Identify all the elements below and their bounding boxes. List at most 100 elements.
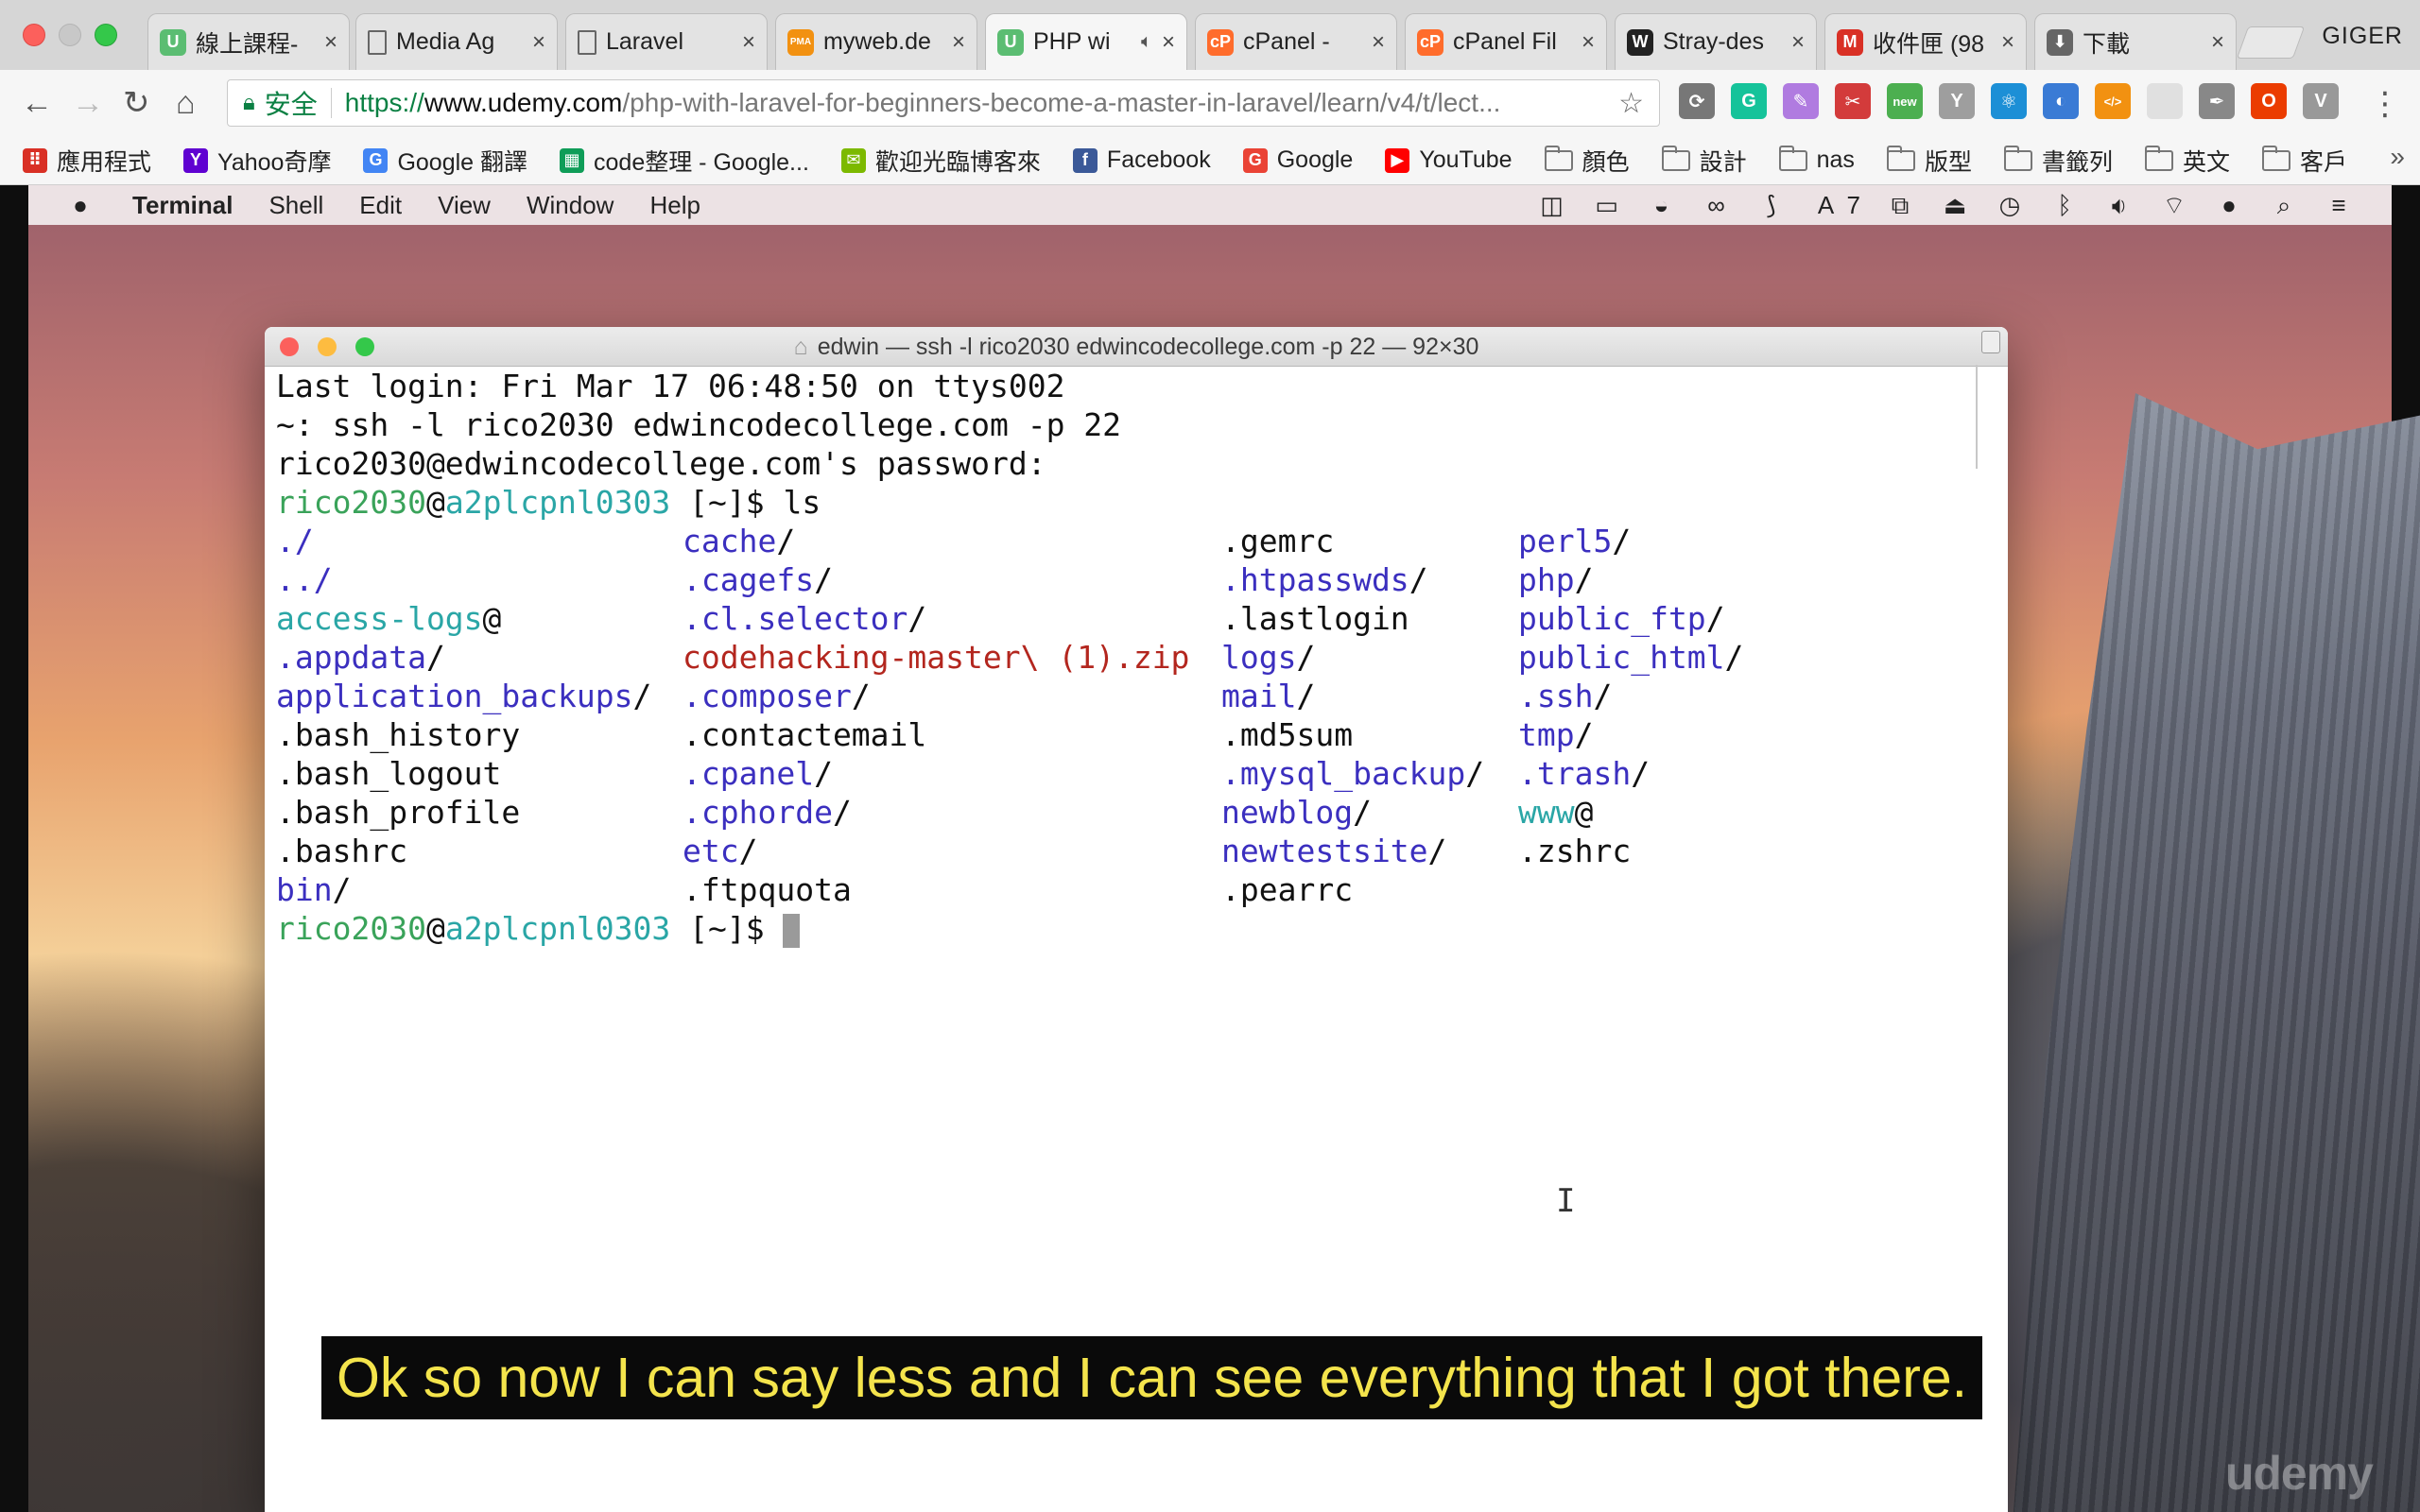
browser-tab[interactable]: cP cPanel Fil ×	[1405, 13, 1607, 70]
mac-menu-window[interactable]: Window	[527, 191, 614, 220]
forward-arrow-icon[interactable]: →	[72, 87, 104, 119]
browser-tab[interactable]: W Stray-des ×	[1615, 13, 1817, 70]
tab-close-icon[interactable]: ×	[1372, 29, 1385, 56]
camera-icon[interactable]: ◫	[1537, 191, 1567, 219]
list-icon[interactable]: ≡	[2324, 191, 2354, 219]
tab-close-icon[interactable]: ×	[2001, 29, 2014, 56]
browser-menu-icon[interactable]: ⋮	[2369, 85, 2401, 123]
new-tab-button[interactable]	[2236, 26, 2306, 59]
ls-entry-name: .htpasswds	[1221, 561, 1409, 598]
quill-icon[interactable]: ✎	[1783, 83, 1819, 119]
display-icon[interactable]: ▭	[1592, 191, 1622, 219]
creative-cloud-icon[interactable]: ∞	[1702, 191, 1732, 219]
time-machine-icon[interactable]: ◷	[1995, 191, 2025, 219]
tab-close-icon[interactable]: ×	[952, 29, 965, 56]
speaker-icon[interactable]: 🔈︎	[1141, 31, 1152, 53]
browser-tab[interactable]: M 收件匣 (98 ×	[1824, 13, 2027, 70]
browser-tab[interactable]: Laravel ×	[565, 13, 768, 70]
ls-entry-suffix: /	[832, 794, 852, 831]
back-arrow-icon[interactable]: ←	[21, 87, 53, 119]
bookmarks-overflow-icon[interactable]: »	[2390, 142, 2405, 172]
mac-menu-shell[interactable]: Shell	[268, 191, 323, 220]
code-extension-icon[interactable]: </>	[2095, 83, 2131, 119]
office-icon[interactable]: O	[2251, 83, 2287, 119]
profile-name[interactable]: GIGER	[2322, 23, 2403, 50]
circle-extension-icon[interactable]: ◐	[2043, 83, 2079, 119]
adobe-icon[interactable]: A	[1811, 191, 1841, 219]
bookmark-item[interactable]: G Google 翻譯	[363, 144, 527, 178]
facebook-icon: f	[1072, 147, 1098, 173]
bookmark-item[interactable]: ✉ 歡迎光臨博客來	[840, 144, 1041, 178]
tab-close-icon[interactable]: ×	[1582, 29, 1595, 56]
scissors-icon[interactable]: ✂	[1835, 83, 1871, 119]
ls-entry: .bash_logout	[276, 754, 501, 793]
terminal-window[interactable]: ⌂ edwin — ssh -l rico2030 edwincodecolleg…	[265, 327, 2008, 1512]
bookmark-star-icon[interactable]: ☆	[1618, 87, 1644, 120]
window-minimize-button[interactable]	[59, 24, 81, 46]
windows-icon[interactable]: ⧉	[1885, 191, 1915, 219]
bookmark-item[interactable]: 書籤列	[2003, 144, 2113, 178]
udemy-watermark: udemy	[2224, 1447, 2374, 1500]
window-zoom-button[interactable]	[95, 24, 117, 46]
tab-close-icon[interactable]: ×	[742, 29, 755, 56]
browser-tab[interactable]: U 線上課程- ×	[147, 13, 350, 70]
eyedropper-icon[interactable]: ✒	[2199, 83, 2235, 119]
user-icon[interactable]: ●	[2214, 191, 2244, 219]
mac-menu-edit[interactable]: Edit	[359, 191, 402, 220]
bookmark-item[interactable]: ⠿ 應用程式	[23, 144, 151, 178]
terminal-scroll-marker-icon[interactable]	[1981, 331, 2000, 353]
tab-title: 收件匣 (98	[1873, 30, 1985, 58]
mac-menu-terminal[interactable]: Terminal	[132, 191, 233, 220]
window-close-button[interactable]	[23, 24, 45, 46]
bookmark-item[interactable]: 顏色	[1544, 144, 1630, 178]
spotlight-icon[interactable]: ⌕	[2269, 191, 2299, 219]
home-icon[interactable]: ⌂	[176, 87, 196, 119]
airplay-icon[interactable]: ⏏	[1940, 191, 1970, 219]
bookmark-item[interactable]: G Google	[1242, 146, 1353, 174]
bookmark-item[interactable]: ▶ YouTube	[1385, 146, 1512, 174]
bookmark-item[interactable]: f Facebook	[1072, 146, 1211, 174]
y-extension-icon[interactable]: Y	[1939, 83, 1975, 119]
sync-icon[interactable]: ⟳	[1679, 83, 1715, 119]
terminal-zoom-button[interactable]	[355, 337, 374, 356]
grammarly-icon[interactable]: G	[1731, 83, 1767, 119]
bookmark-item[interactable]: ▦ code整理 - Google...	[560, 144, 809, 178]
mac-menu-help[interactable]: Help	[649, 191, 700, 220]
browser-tab[interactable]: Media Ag ×	[355, 13, 558, 70]
mac-menu-view[interactable]: View	[438, 191, 491, 220]
bookmark-label: Yahoo奇摩	[217, 148, 332, 176]
tab-close-icon[interactable]: ×	[324, 29, 337, 56]
browser-tab[interactable]: PMA myweb.de ×	[775, 13, 977, 70]
drive-icon[interactable]: ◒	[1647, 191, 1677, 219]
bookmark-item[interactable]: Y Yahoo奇摩	[183, 144, 331, 178]
tab-close-icon[interactable]: ×	[532, 29, 545, 56]
react-icon[interactable]: ⚛	[1991, 83, 2027, 119]
reload-icon[interactable]: ↻	[123, 87, 150, 119]
bookmark-label: 書籤列	[2041, 148, 2113, 176]
bracket-icon[interactable]: ⟆	[1756, 191, 1787, 219]
lecture-video[interactable]: ● Terminal Shell Edit View Window Help ◫ ▭ ◒ ∞ ⟆ A…	[0, 185, 2420, 1512]
apple-icon[interactable]: ●	[66, 191, 95, 220]
browser-tab[interactable]: ⬇ 下載 ×	[2034, 13, 2237, 70]
bookmark-item[interactable]: 客戶	[2261, 144, 2347, 178]
bookmark-item[interactable]: 設計	[1661, 144, 1747, 178]
address-bar[interactable]: 🔒︎ 安全 https:// www.udemy.com /php-with-l…	[227, 79, 1660, 127]
tab-close-icon[interactable]: ×	[1162, 29, 1175, 56]
new-badge-icon[interactable]: new	[1887, 83, 1923, 119]
volume-icon[interactable]: 🔉︎	[2104, 191, 2135, 219]
bookmark-item[interactable]: 英文	[2144, 144, 2230, 178]
browser-tab[interactable]: cP cPanel - ×	[1195, 13, 1397, 70]
terminal-minimize-button[interactable]	[318, 337, 337, 356]
tab-close-icon[interactable]: ×	[2211, 29, 2224, 56]
bookmark-item[interactable]: 版型	[1886, 144, 1972, 178]
browser-tab[interactable]: U PHP wi 🔈︎ ×	[985, 13, 1187, 70]
blank-extension-icon[interactable]	[2147, 83, 2183, 119]
ls-entry-name: .lastlogin	[1221, 600, 1409, 637]
vue-icon[interactable]: V	[2303, 83, 2339, 119]
bluetooth-icon[interactable]: ᛒ	[2049, 191, 2080, 219]
wifi-icon[interactable]: ⌔	[2159, 191, 2189, 219]
bookmark-item[interactable]: nas	[1778, 145, 1855, 174]
cpanel-icon: cP	[1417, 28, 1443, 56]
tab-close-icon[interactable]: ×	[1791, 29, 1805, 56]
terminal-close-button[interactable]	[280, 337, 299, 356]
